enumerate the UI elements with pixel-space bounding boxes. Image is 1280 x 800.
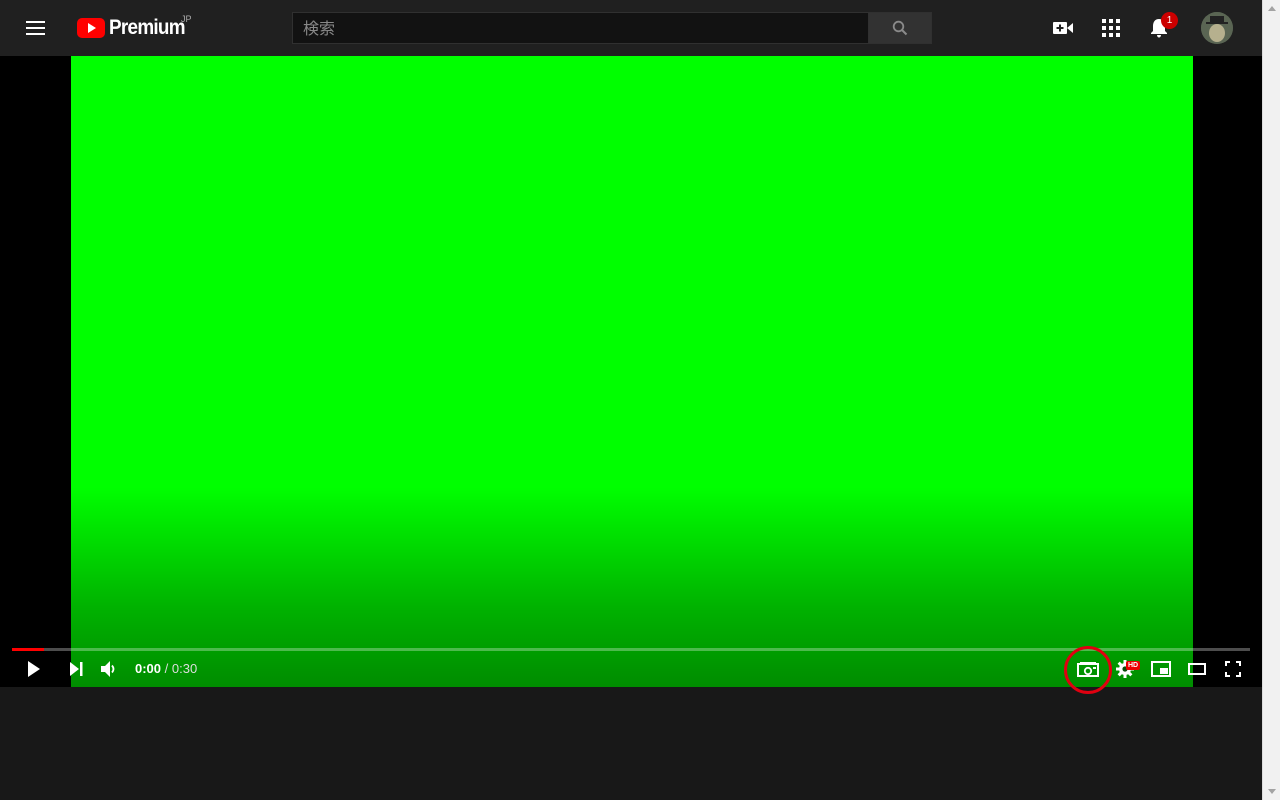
- time-separator: /: [161, 661, 172, 676]
- mute-button[interactable]: [91, 656, 127, 682]
- masthead: Premium JP 検索 1: [0, 0, 1262, 56]
- video-player[interactable]: 0:00 / 0:30 HD: [0, 56, 1262, 694]
- miniplayer-icon: [1151, 661, 1171, 677]
- theater-mode-icon: [1188, 663, 1206, 675]
- avatar-image: [1201, 12, 1233, 44]
- search-button[interactable]: [868, 12, 932, 44]
- menu-icon[interactable]: [24, 18, 48, 38]
- apps-icon: [1102, 19, 1120, 37]
- logo-text: Premium: [109, 16, 186, 39]
- avatar[interactable]: [1201, 12, 1233, 44]
- search-input[interactable]: [292, 12, 868, 44]
- youtube-logo-icon: [77, 18, 105, 38]
- fullscreen-button[interactable]: [1215, 656, 1251, 682]
- play-icon: [28, 661, 40, 677]
- next-button[interactable]: [58, 656, 94, 682]
- scroll-up-arrow-icon[interactable]: [1268, 6, 1276, 11]
- page-scrollbar[interactable]: [1262, 0, 1280, 800]
- search-bar: [292, 12, 932, 44]
- time-duration: 0:30: [171, 661, 198, 676]
- screenshot-camera-icon: [1077, 662, 1099, 677]
- apps-button[interactable]: [1099, 16, 1123, 40]
- progress-played: [12, 648, 45, 651]
- create-video-icon: [1053, 22, 1073, 34]
- youtube-premium-logo[interactable]: Premium JP: [77, 14, 193, 40]
- volume-icon: [101, 661, 115, 677]
- time-display: 0:00 / 0:30: [135, 661, 197, 676]
- notification-count-badge: 1: [1161, 12, 1178, 29]
- time-current: 0:00: [135, 661, 162, 676]
- video-frame[interactable]: [71, 56, 1193, 687]
- theater-mode-button[interactable]: [1179, 656, 1215, 682]
- screenshot-button[interactable]: [1070, 656, 1106, 682]
- progress-bar[interactable]: [12, 648, 1250, 651]
- logo-country-code: JP: [181, 14, 192, 24]
- scroll-down-arrow-icon[interactable]: [1268, 789, 1276, 794]
- miniplayer-button[interactable]: [1143, 656, 1179, 682]
- search-icon: [892, 20, 908, 36]
- fullscreen-icon: [1225, 661, 1241, 677]
- create-video-button[interactable]: [1051, 16, 1075, 40]
- next-icon: [70, 662, 83, 676]
- play-button[interactable]: [16, 656, 52, 682]
- hd-badge: HD: [1126, 661, 1141, 670]
